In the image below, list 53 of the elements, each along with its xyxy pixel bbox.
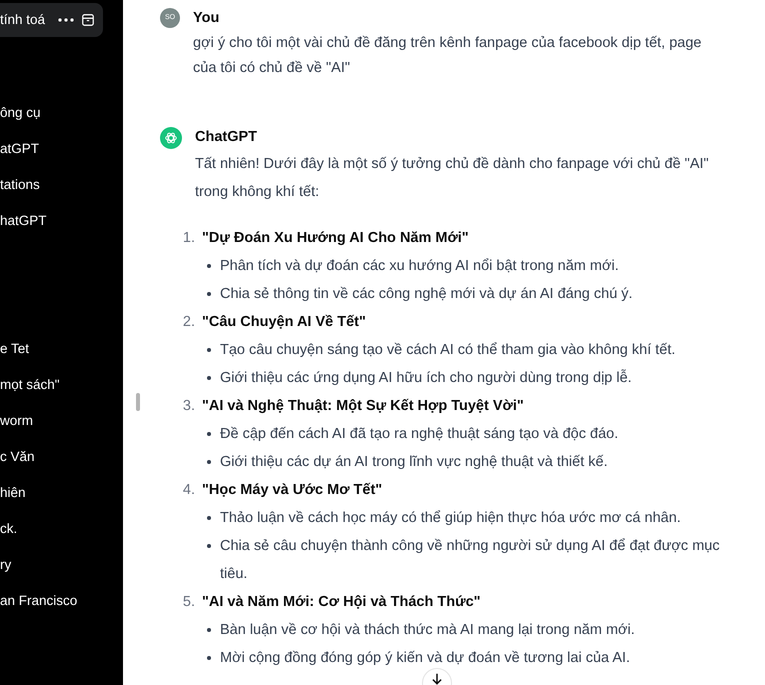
- bullet-text: Thảo luận về cách học máy có thể giúp hiện thực hóa ước mơ cá nhân.: [220, 509, 681, 528]
- chat-history-item[interactable]: worm: [0, 403, 123, 439]
- active-chat-item[interactable]: tính toá: [0, 3, 103, 37]
- arrow-down-icon: [430, 672, 444, 685]
- bullet-icon: [207, 376, 211, 380]
- chat-title: tính toá: [0, 10, 46, 29]
- bullet-icon: [207, 656, 211, 660]
- chat-history-item[interactable]: an Francisco: [0, 583, 123, 619]
- bullet-icon: [207, 516, 211, 520]
- message-text: Tất nhiên! Dưới đây là một số ý tưởng chủ đề dành cho fanpage với chủ đề "AI" trong không khí tết:: [195, 155, 710, 202]
- list-number: 1.: [182, 229, 196, 248]
- chat-history-item[interactable]: tations: [0, 167, 123, 203]
- more-icon[interactable]: [58, 18, 74, 22]
- list-number: 5.: [182, 593, 196, 612]
- chat-history-item[interactable]: ông cụ: [0, 95, 123, 131]
- assistant-logo-icon: [160, 127, 182, 149]
- bullet-text: Mời cộng đồng đóng góp ý kiến và dự đoán về tương lai của AI.: [220, 649, 630, 668]
- chat-history-item[interactable]: ry: [0, 547, 123, 583]
- bullet-text: Đề cập đến cách AI đã tạo ra nghệ thuật sáng tạo và độc đáo.: [220, 425, 618, 444]
- archive-icon[interactable]: [81, 13, 95, 27]
- chat-history-item[interactable]: hatGPT: [0, 203, 123, 239]
- chat-history-item[interactable]: mọt sách": [0, 367, 123, 403]
- bullet-icon: [207, 348, 211, 352]
- list-number: 3.: [182, 397, 196, 416]
- chat-history-item[interactable]: hiên: [0, 475, 123, 511]
- bullet-text: Giới thiệu các dự án AI trong lĩnh vực nghệ thuật và thiết kế.: [220, 453, 608, 472]
- chat-history-item[interactable]: atGPT: [0, 131, 123, 167]
- chat-history-item[interactable]: c Văn: [0, 439, 123, 475]
- topic-title: "AI và Nghệ Thuật: Một Sự Kết Hợp Tuyệt Vời": [202, 397, 524, 416]
- bullet-text: Chia sẻ câu chuyện thành công về những người sử dụng AI để đạt được mục tiêu.: [220, 537, 721, 584]
- bullet-text: Phân tích và dự đoán các xu hướng AI nổi bật trong năm mới.: [220, 257, 619, 276]
- author-name: You: [193, 9, 220, 28]
- bullet-icon: [207, 544, 211, 548]
- author-name: ChatGPT: [195, 128, 258, 147]
- bullet-icon: [207, 264, 211, 268]
- topic-title: "Câu Chuyện AI Về Tết": [202, 313, 366, 332]
- bullet-icon: [207, 460, 211, 464]
- chat-history-item[interactable]: ck.: [0, 511, 123, 547]
- list-number: 2.: [182, 313, 196, 332]
- bullet-icon: [207, 628, 211, 632]
- bullet-text: Chia sẻ thông tin về các công nghệ mới và dự án AI đáng chú ý.: [220, 285, 633, 304]
- topic-title: "AI và Năm Mới: Cơ Hội và Thách Thức": [202, 593, 481, 612]
- topic-title: "Dự Đoán Xu Hướng AI Cho Năm Mới": [202, 229, 469, 248]
- bullet-icon: [207, 432, 211, 436]
- chat-history-item[interactable]: e Tet: [0, 331, 123, 367]
- bullet-text: Giới thiệu các ứng dụng AI hữu ích cho người dùng trong dịp lễ.: [220, 368, 632, 388]
- bullet-icon: [207, 292, 211, 296]
- topic-title: "Học Máy và Ước Mơ Tết": [202, 481, 382, 500]
- bullet-text: Tạo câu chuyện sáng tạo về cách AI có thể tham gia vào không khí tết.: [220, 341, 676, 360]
- bullet-text: Bàn luận về cơ hội và thách thức mà AI mang lại trong năm mới.: [220, 621, 635, 640]
- message-text: gợi ý cho tôi một vài chủ đề đăng trên kênh fanpage của facebook dịp tết, page của tôi có chủ đề về "AI": [193, 34, 702, 78]
- list-number: 4.: [182, 481, 196, 500]
- sidebar-toggle-handle[interactable]: [136, 393, 140, 411]
